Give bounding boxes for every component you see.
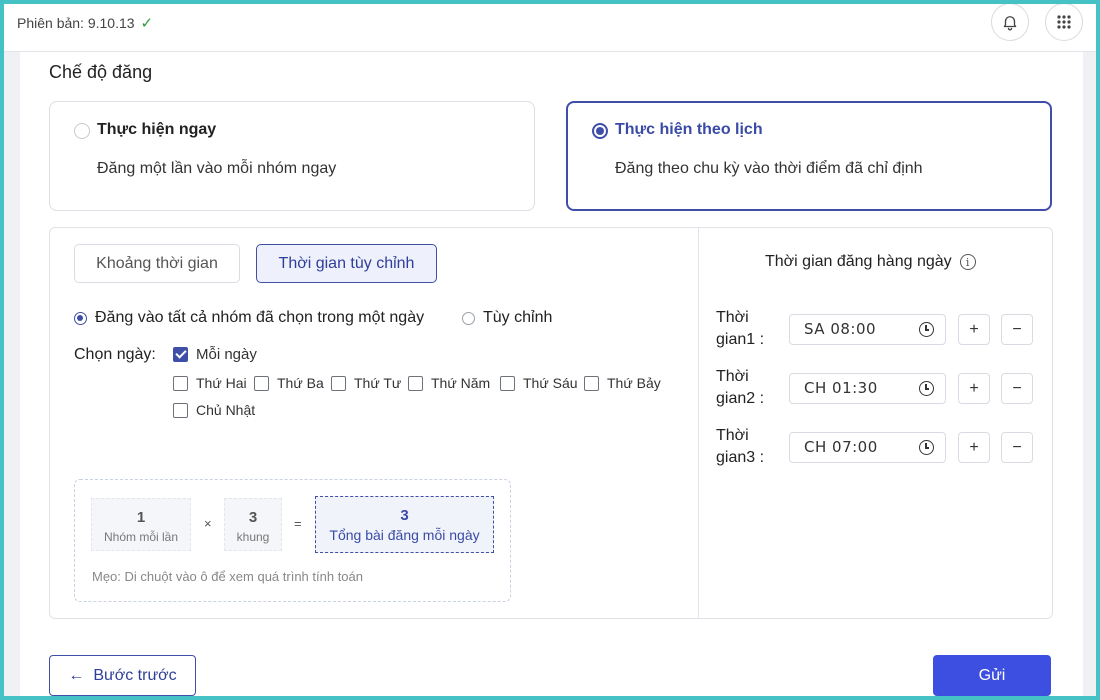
arrow-left-icon: ← — [68, 666, 85, 684]
panel-divider — [698, 228, 699, 618]
checkbox-box[interactable] — [254, 375, 269, 391]
clock-icon[interactable] — [919, 322, 934, 337]
calculation-tip: Mẹo: Di chuột vào ô để xem quá trình tín… — [92, 569, 363, 584]
checkbox-label: Thứ Tư — [354, 375, 402, 391]
add-time-button[interactable]: + — [958, 373, 990, 404]
version-label: Phiên bản: 9.10.13 — [17, 15, 135, 31]
option-custom[interactable]: Tùy chỉnh — [462, 309, 552, 327]
checkbox-box[interactable] — [173, 347, 188, 362]
total-posts-cell[interactable]: 3 Tổng bài đăng mỗi ngày — [315, 496, 494, 553]
checkbox-friday[interactable]: Thứ Sáu — [500, 375, 578, 391]
multiply-sign: × — [204, 516, 212, 531]
checkbox-thursday[interactable]: Thứ Năm — [408, 375, 490, 391]
send-button[interactable]: Gửi — [933, 655, 1051, 696]
checkbox-wednesday[interactable]: Thứ Tư — [331, 375, 401, 391]
checkbox-label: Thứ Bảy — [607, 375, 661, 391]
mode-radio-scheduled[interactable] — [592, 123, 608, 139]
checkbox-label: Thứ Năm — [431, 375, 491, 391]
tab-time-range[interactable]: Khoảng thời gian — [74, 244, 240, 283]
daily-post-time-title: Thời gian đăng hàng ngày i — [765, 253, 976, 271]
version-info: Phiên bản: 9.10.13 ✓ — [17, 14, 153, 32]
time-label-line2: gian2 : — [716, 390, 765, 407]
mode-description: Đăng theo chu kỳ vào thời điểm đã chỉ đị… — [615, 160, 923, 177]
clock-icon[interactable] — [919, 440, 934, 455]
check-icon: ✓ — [140, 15, 154, 32]
checkbox-monday[interactable]: Thứ Hai — [173, 375, 247, 391]
previous-step-button[interactable]: ← Bước trước — [49, 655, 196, 696]
time-label: Thời gian1 : — [716, 307, 776, 351]
checkbox-label: Chủ Nhật — [196, 402, 256, 418]
radio-all-groups[interactable] — [74, 311, 87, 325]
mode-option-immediate[interactable]: Thực hiện ngay Đăng một lần vào mỗi nhóm… — [49, 101, 535, 211]
previous-step-label: Bước trước — [93, 666, 177, 684]
checkbox-box[interactable] — [500, 375, 515, 391]
checkbox-label: Thứ Ba — [277, 375, 324, 391]
checkbox-tuesday[interactable]: Thứ Ba — [254, 375, 324, 391]
remove-time-button[interactable]: − — [1001, 432, 1033, 463]
checkbox-box[interactable] — [173, 402, 188, 418]
mode-radio-immediate[interactable] — [74, 123, 90, 139]
option-all-groups-one-day[interactable]: Đăng vào tất cả nhóm đã chọn trong một n… — [74, 309, 424, 327]
checkbox-box[interactable] — [331, 375, 346, 391]
time-label-line2: gian3 : — [716, 449, 765, 466]
mode-title: Thực hiện theo lịch — [615, 121, 763, 138]
time-label: Thời gian3 : — [716, 425, 776, 469]
total-value: 3 — [400, 507, 409, 524]
schedule-settings-panel: Khoảng thời gian Thời gian tùy chỉnh Đăn… — [49, 227, 1053, 619]
day-select-label: Chọn ngày: — [74, 346, 156, 363]
time-label-line1: Thời — [716, 368, 749, 385]
total-caption: Tổng bài đăng mỗi ngày — [329, 527, 480, 543]
top-bar: Phiên bản: 9.10.13 ✓ — [4, 4, 1096, 52]
checkbox-every-day[interactable]: Mỗi ngày — [173, 346, 257, 363]
checkbox-saturday[interactable]: Thứ Bảy — [584, 375, 661, 391]
time-label-line1: Thời — [716, 309, 749, 326]
checkbox-box[interactable] — [173, 375, 188, 391]
section-title: Chế độ đăng — [49, 62, 153, 82]
app-frame: Phiên bản: 9.10.13 ✓ Chế độ đăng Thực hi… — [0, 0, 1100, 700]
add-time-button[interactable]: + — [958, 432, 990, 463]
info-icon[interactable]: i — [959, 254, 976, 270]
tab-custom-time[interactable]: Thời gian tùy chỉnh — [256, 244, 437, 283]
checkbox-label: Thứ Sáu — [523, 375, 578, 391]
time-label-line2: gian1 : — [716, 331, 765, 348]
remove-time-button[interactable]: − — [1001, 373, 1033, 404]
apps-menu-button[interactable] — [1045, 4, 1083, 41]
checkbox-sunday[interactable]: Chủ Nhật — [173, 402, 255, 418]
clock-icon[interactable] — [919, 381, 934, 396]
checkbox-box[interactable] — [584, 375, 599, 391]
time-slots-cell[interactable]: 3 khung — [224, 498, 282, 551]
equals-sign: = — [294, 516, 302, 531]
slots-value: 3 — [248, 509, 258, 526]
time-label: Thời gian2 : — [716, 366, 776, 410]
option-label: Tùy chỉnh — [483, 309, 553, 326]
groups-value: 1 — [136, 509, 146, 526]
mode-description: Đăng một lần vào mỗi nhóm ngay — [97, 160, 337, 177]
checkbox-label: Mỗi ngày — [196, 346, 257, 363]
add-time-button[interactable]: + — [958, 314, 990, 345]
option-label: Đăng vào tất cả nhóm đã chọn trong một n… — [95, 309, 425, 326]
apps-grid-icon — [1057, 15, 1071, 29]
mode-option-scheduled[interactable]: Thực hiện theo lịch Đăng theo chu kỳ vào… — [566, 101, 1052, 211]
daily-post-time-label: Thời gian đăng hàng ngày — [765, 253, 952, 270]
notification-button[interactable] — [991, 4, 1029, 41]
bell-icon — [1003, 16, 1017, 31]
groups-per-time-cell[interactable]: 1 Nhóm mỗi lần — [91, 498, 191, 551]
mode-title: Thực hiện ngay — [97, 121, 217, 138]
checkbox-label: Thứ Hai — [196, 375, 247, 391]
main-card: Chế độ đăng Thực hiện ngay Đăng một lần … — [20, 52, 1083, 696]
time-label-line1: Thời — [716, 427, 749, 444]
radio-custom[interactable] — [462, 311, 475, 325]
remove-time-button[interactable]: − — [1001, 314, 1033, 345]
checkbox-box[interactable] — [408, 375, 423, 391]
slots-caption: khung — [236, 530, 270, 544]
post-calculation-box: 1 Nhóm mỗi lần × 3 khung = 3 Tổng bài đă… — [74, 479, 511, 602]
groups-caption: Nhóm mỗi lần — [103, 530, 179, 544]
